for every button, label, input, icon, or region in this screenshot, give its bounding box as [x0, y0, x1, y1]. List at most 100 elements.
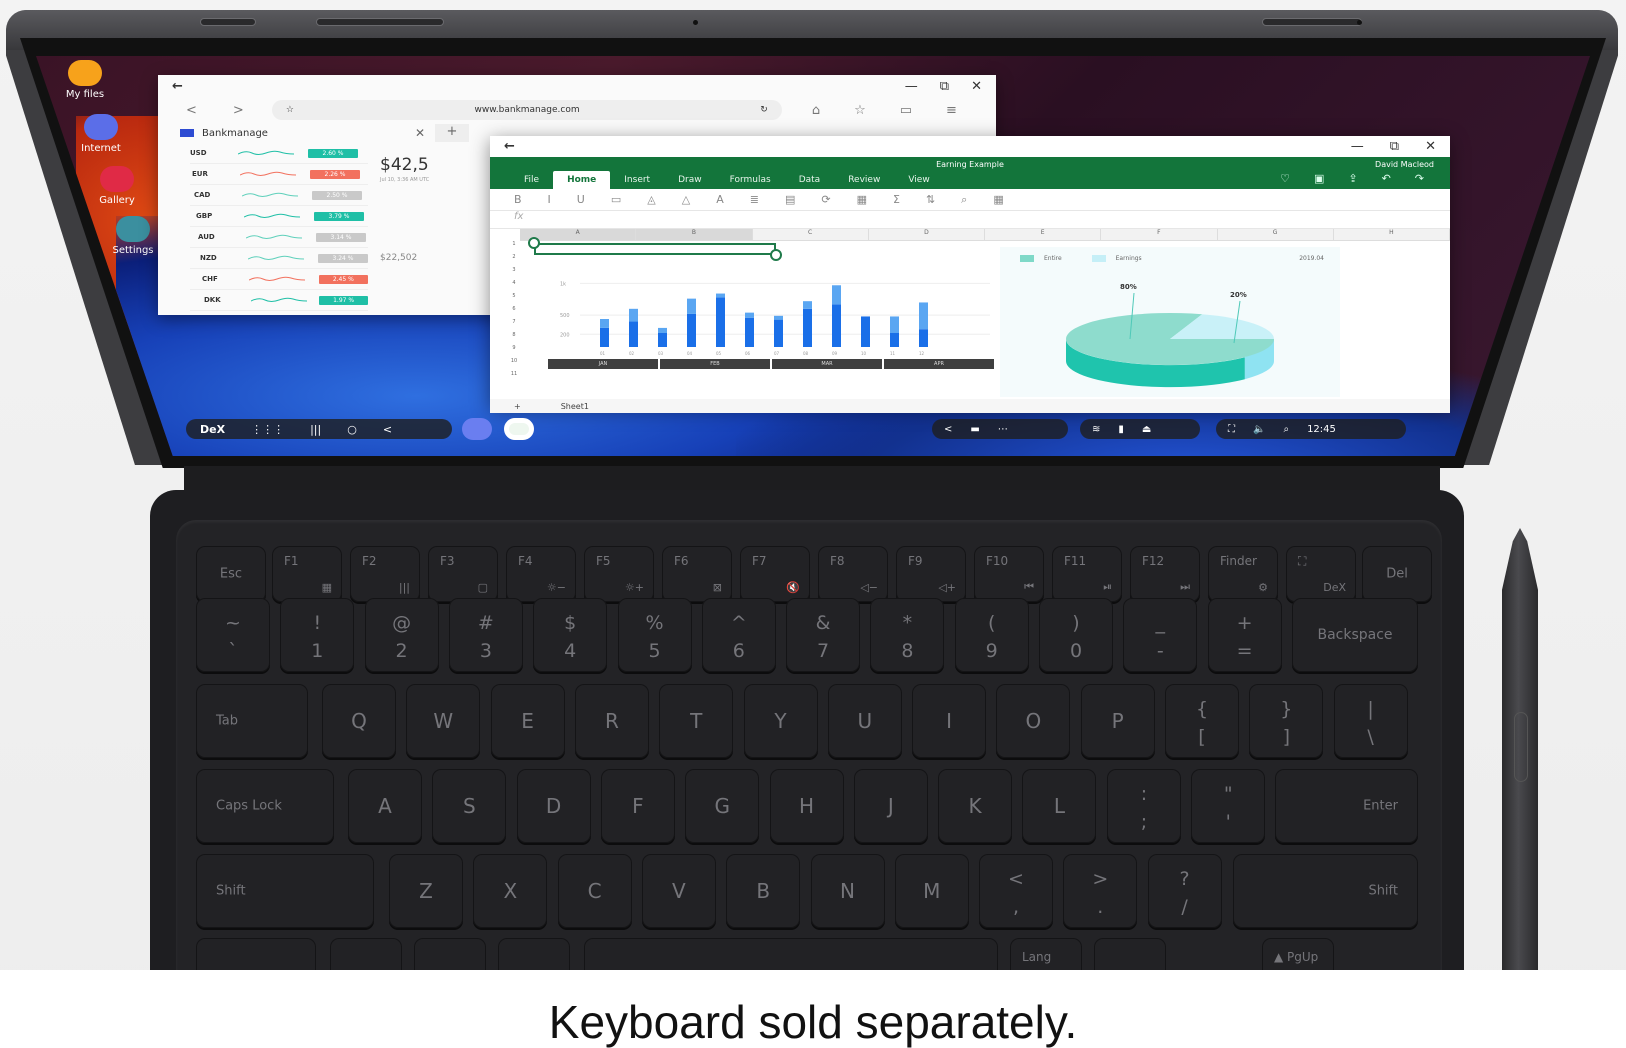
restore-button[interactable]: ⧉ — [940, 79, 949, 94]
volume-icon[interactable]: 🔈 — [1253, 424, 1265, 435]
selection-handle-end[interactable] — [770, 249, 782, 261]
back-button[interactable]: ← — [172, 79, 183, 94]
rate-row[interactable]: CAD 2.50 % — [190, 185, 368, 206]
key-y[interactable]: Y — [743, 684, 818, 758]
key-v[interactable]: V — [641, 854, 716, 928]
key-j[interactable]: J — [853, 769, 928, 843]
key-symbol[interactable]: " ' — [1191, 769, 1266, 843]
row-header[interactable]: 7 — [508, 319, 520, 332]
key-9[interactable]: (9 — [954, 598, 1029, 672]
nav-back-button[interactable]: < — [186, 103, 197, 118]
toolbar-button[interactable]: ▭ — [611, 193, 621, 206]
toolbar-button[interactable]: ▦ — [857, 193, 867, 206]
present-icon[interactable]: ▣ — [1314, 172, 1324, 185]
toolbar-button[interactable]: U — [577, 193, 585, 206]
toolbar-button[interactable]: ⇅ — [926, 193, 935, 206]
ribbon-tab-insert[interactable]: Insert — [610, 171, 664, 189]
key-q[interactable]: Q — [322, 684, 396, 758]
toolbar-button[interactable]: Σ — [893, 193, 900, 206]
taskbar-internet-icon[interactable] — [462, 418, 492, 440]
toolbar-button[interactable]: △ — [682, 193, 690, 206]
key-f8[interactable]: F8 ◁− — [818, 546, 888, 602]
rate-row[interactable]: CHF 2.45 % — [190, 269, 368, 290]
key-f3[interactable]: F3 ▢ — [428, 546, 498, 602]
key-finder[interactable]: Finder ⚙ — [1208, 546, 1278, 602]
key-7[interactable]: & 7 — [786, 598, 861, 672]
key-z[interactable]: Z — [389, 854, 463, 928]
desktop-icon-my-files[interactable]: My files — [50, 60, 120, 100]
key-f1[interactable]: F1 ▦ — [272, 546, 342, 602]
bookmark-star-icon[interactable]: ☆ — [286, 105, 294, 115]
key-i[interactable]: I — [912, 684, 987, 758]
column-header[interactable]: C — [753, 229, 869, 240]
key-=[interactable]: + = — [1207, 598, 1282, 672]
row-header[interactable]: 4 — [508, 280, 520, 293]
share-icon[interactable]: ⇪ — [1348, 172, 1357, 185]
key-6[interactable]: ^ 6 — [701, 598, 776, 672]
eject-icon[interactable]: ⏏ — [1142, 424, 1151, 435]
ribbon-tab-review[interactable]: Review — [834, 171, 894, 189]
key-symbol[interactable]: <, — [979, 854, 1053, 928]
key-shift-left[interactable]: Shift — [196, 854, 374, 928]
address-bar[interactable]: ☆ www.bankmanage.com ↻ — [271, 100, 782, 120]
key-2[interactable]: @2 — [364, 598, 439, 672]
key-4[interactable]: $4 — [533, 598, 608, 672]
tab-close-icon[interactable]: ✕ — [415, 126, 425, 140]
tray-prev-icon[interactable]: < — [944, 424, 952, 435]
recents-icon[interactable]: ||| — [310, 423, 321, 436]
refresh-icon[interactable]: ↻ — [760, 105, 768, 115]
row-header[interactable]: 10 — [508, 358, 520, 371]
formula-bar[interactable]: fx — [490, 211, 1450, 229]
key-h[interactable]: H — [769, 769, 844, 843]
key-m[interactable]: M — [894, 854, 969, 928]
rate-row[interactable]: USD 2.60 % — [190, 143, 368, 164]
key-g[interactable]: G — [685, 769, 760, 843]
key-x[interactable]: X — [473, 854, 548, 928]
key-k[interactable]: K — [938, 769, 1013, 843]
ribbon-tab-file[interactable]: File — [510, 171, 553, 189]
key-f10[interactable]: F10 ⏮ — [974, 546, 1044, 602]
more-icon[interactable]: ⋯ — [998, 424, 1008, 435]
row-header[interactable]: 3 — [508, 267, 520, 280]
key-p[interactable]: P — [1080, 684, 1155, 758]
key-tab[interactable]: Tab — [196, 684, 308, 758]
row-header[interactable]: 5 — [508, 293, 520, 306]
rate-row[interactable]: AUD 3.14 % — [190, 227, 368, 248]
key-symbol[interactable]: }] — [1249, 684, 1324, 758]
column-header[interactable]: D — [869, 229, 985, 240]
key-f5[interactable]: F5 ☼+ — [584, 546, 654, 602]
menu-icon[interactable]: ≡ — [946, 103, 957, 118]
search-icon[interactable]: ⌕ — [1283, 424, 1289, 435]
ribbon-tab-formulas[interactable]: Formulas — [716, 171, 785, 189]
key-shift-right[interactable]: Shift — [1233, 854, 1418, 928]
key-s[interactable]: S — [432, 769, 507, 843]
column-header[interactable]: H — [1334, 229, 1450, 240]
minimize-button[interactable]: — — [1351, 139, 1364, 154]
close-button[interactable]: ✕ — [1425, 139, 1436, 154]
key-f7[interactable]: F7 🔇 — [740, 546, 810, 602]
toolbar-button[interactable]: A — [716, 193, 724, 206]
key-f4[interactable]: F4 ☼− — [506, 546, 576, 602]
key-caps-lock[interactable]: Caps Lock — [196, 769, 334, 843]
ribbon-tab-home[interactable]: Home — [553, 171, 611, 189]
key-`[interactable]: ~ ` — [196, 598, 270, 672]
key-e[interactable]: E — [490, 684, 565, 758]
row-header[interactable]: 1 — [508, 241, 520, 254]
toolbar-button[interactable]: ◬ — [647, 193, 655, 206]
toolbar-button[interactable]: ▦ — [993, 193, 1003, 206]
row-header[interactable]: 6 — [508, 306, 520, 319]
column-header[interactable]: B — [636, 229, 753, 240]
close-button[interactable]: ✕ — [971, 79, 982, 94]
key-backspace[interactable]: Backspace — [1292, 598, 1418, 672]
toolbar-button[interactable]: ⟳ — [821, 193, 830, 206]
user-name[interactable]: David Macleod — [1375, 160, 1434, 169]
key-1[interactable]: ! 1 — [280, 598, 355, 672]
toolbar-button[interactable]: I — [548, 193, 551, 206]
row-header[interactable]: 9 — [508, 345, 520, 358]
key-u[interactable]: U — [827, 684, 902, 758]
key-5[interactable]: % 5 — [617, 598, 692, 672]
rate-row[interactable]: DKK 1.97 % — [190, 290, 368, 311]
key-symbol[interactable]: {[ — [1165, 684, 1239, 758]
key-symbol[interactable]: >. — [1063, 854, 1138, 928]
key-del[interactable]: Del — [1362, 546, 1432, 602]
